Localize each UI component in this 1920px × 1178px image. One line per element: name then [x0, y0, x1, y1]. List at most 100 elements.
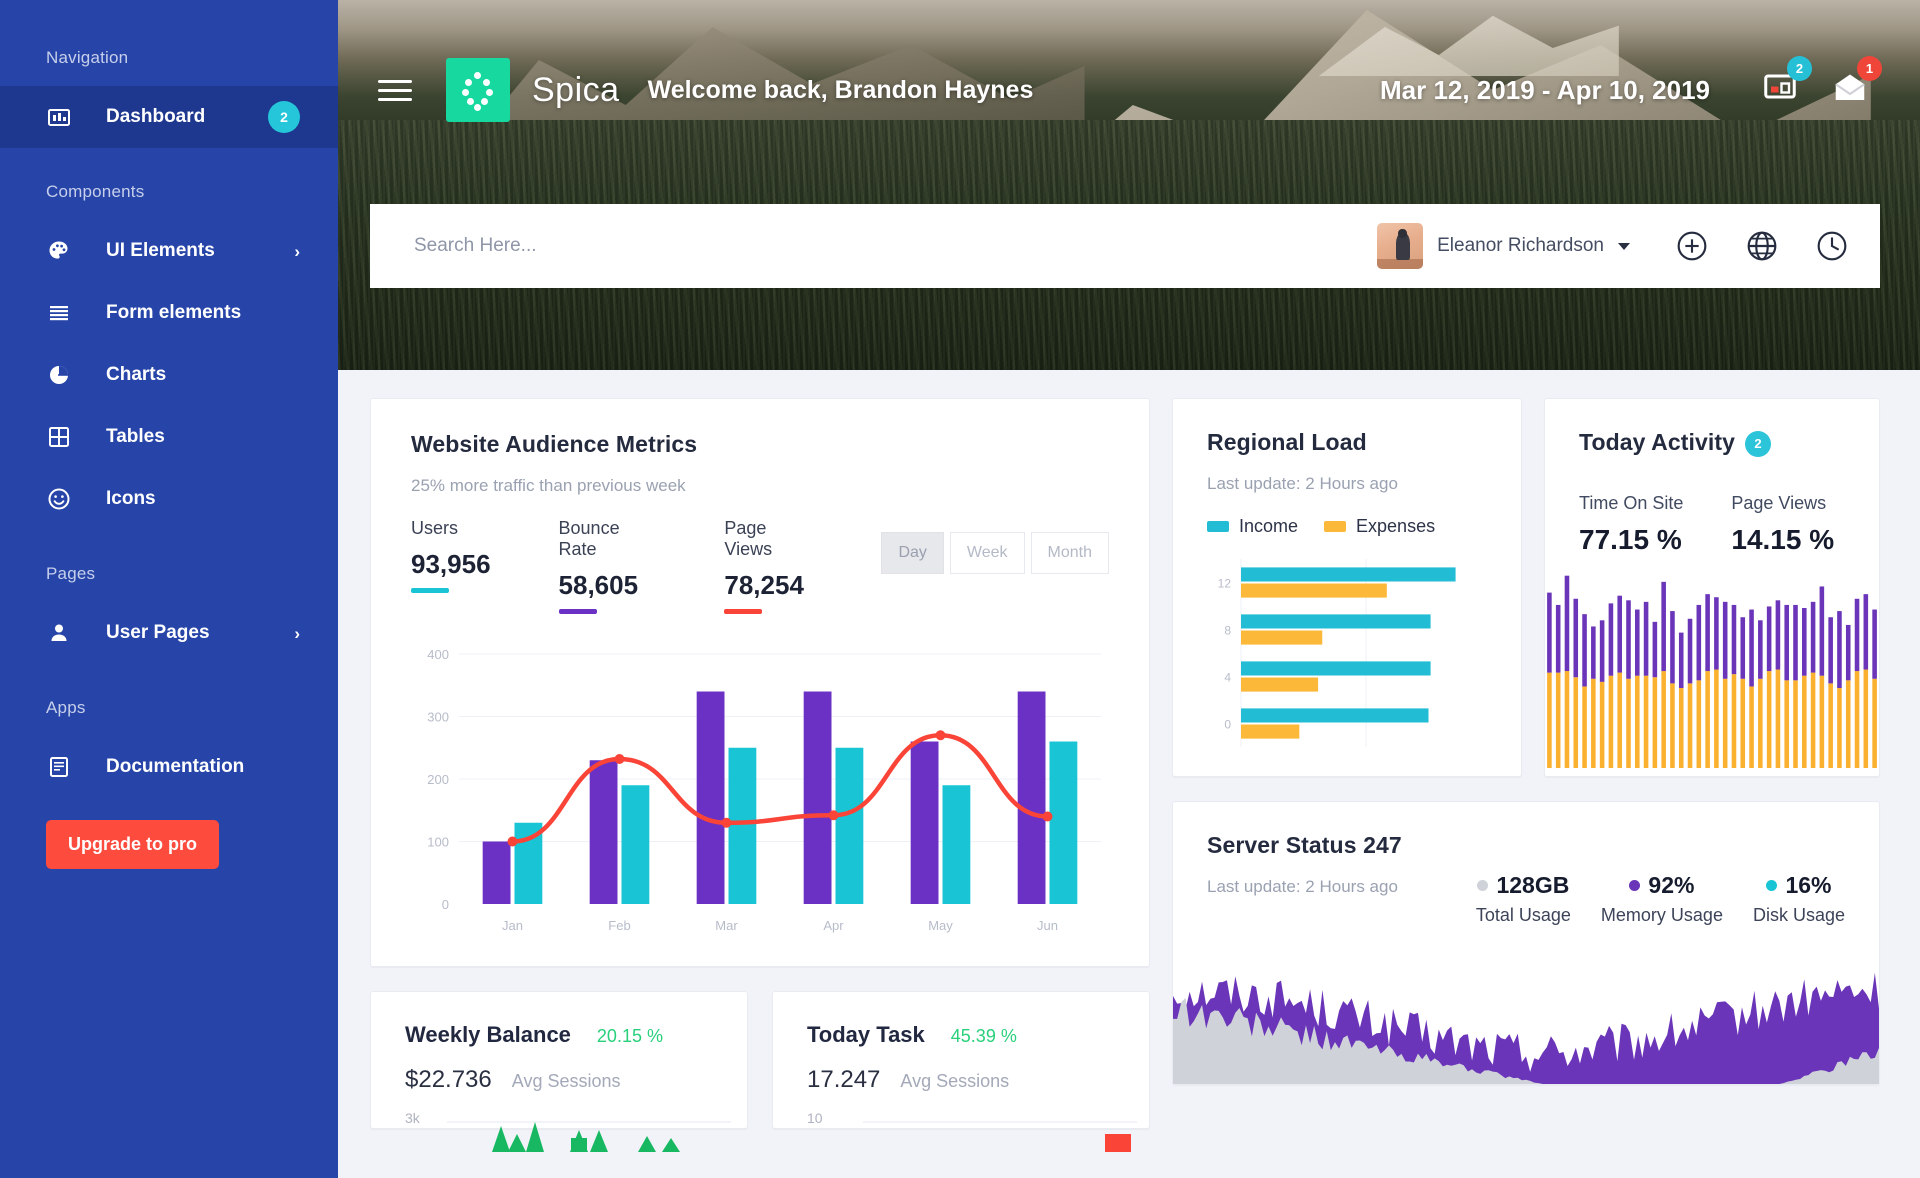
stat-time-on-site: Time On Site 77.15 % [1579, 493, 1683, 556]
hero-banner: Spica Welcome back, Brandon Haynes Mar 1… [338, 0, 1920, 370]
envelope-icon[interactable]: 1 [1832, 56, 1882, 110]
plus-circle-icon[interactable] [1672, 226, 1712, 266]
server-status-card: Server Status 247 Last update: 2 Hours a… [1172, 801, 1880, 1085]
today-task-card: Today Task 45.39 % 17.247 Avg Sessions 1… [772, 991, 1150, 1152]
sidebar-item-icons[interactable]: Icons [0, 468, 338, 530]
sidebar-item-form-elements[interactable]: Form elements [0, 282, 338, 344]
svg-text:300: 300 [427, 710, 449, 725]
range-day-button[interactable]: Day [881, 532, 944, 574]
svg-text:Mar: Mar [715, 918, 738, 933]
hamburger-icon[interactable] [378, 74, 412, 107]
metric-value: 78,254 [724, 570, 804, 600]
sidebar-item-label: Documentation [106, 756, 245, 777]
sidebar-item-label: User Pages [106, 622, 210, 643]
task-caption: Avg Sessions [900, 1071, 1010, 1091]
metrics-row: Users 93,956 Bounce Rate 58,605 Page Vie… [411, 518, 1109, 614]
table-icon [46, 424, 72, 450]
globe-icon[interactable] [1742, 226, 1782, 266]
pie-chart-icon [46, 362, 72, 388]
user-icon [46, 620, 72, 646]
search-bar: Eleanor Richardson [370, 204, 1880, 288]
main-area: Spica Welcome back, Brandon Haynes Mar 1… [338, 0, 1920, 1178]
card-subtitle: 25% more traffic than previous week [411, 476, 686, 495]
legend-item-expenses: Expenses [1324, 516, 1435, 537]
metric-label: Users [411, 518, 459, 538]
svg-text:8: 8 [1224, 624, 1231, 638]
user-name-label: Eleanor Richardson [1437, 235, 1604, 256]
app-root: Navigation Dashboard 2 Components UI Ele… [0, 0, 1920, 1178]
svg-text:12: 12 [1218, 577, 1232, 591]
chevron-right-icon: › [294, 241, 300, 261]
stat-value: 16% [1785, 872, 1832, 898]
top-bar-right: Mar 12, 2019 - Apr 10, 2019 2 1 [1379, 56, 1882, 110]
sidebar-caption-navigation: Navigation [46, 48, 129, 67]
server-legend: 128GB Total Usage 92% Memory Usage 16% D… [1476, 872, 1845, 926]
sidebar-caption-apps: Apps [46, 698, 86, 717]
sidebar-caption-components: Components [46, 182, 145, 201]
avatar [1377, 223, 1424, 269]
metric-value: 93,956 [411, 549, 491, 579]
percent-change: 20.15 % [596, 1026, 663, 1046]
percent-change: 45.39 % [950, 1026, 1017, 1046]
stat-label: Total Usage [1475, 905, 1571, 925]
sidebar-item-charts[interactable]: Charts [0, 344, 338, 406]
regional-load-card: Regional Load Last update: 2 Hours ago I… [1172, 398, 1522, 777]
stat-value: 14.15 % [1731, 523, 1835, 555]
dashboard-icon [46, 104, 72, 130]
card-title-text: Today Activity [1579, 429, 1736, 455]
task-value: 17.247 [807, 1066, 881, 1093]
sidebar-item-documentation[interactable]: Documentation [0, 736, 338, 798]
chevron-down-icon [1618, 242, 1630, 250]
svg-text:Feb: Feb [608, 918, 630, 933]
welcome-message: Welcome back, Brandon Haynes [647, 75, 1034, 104]
server-stat-memory-usage: 92% Memory Usage [1601, 872, 1723, 926]
clock-icon[interactable] [1812, 226, 1852, 266]
range-week-button[interactable]: Week [949, 532, 1025, 574]
sidebar-caption-pages: Pages [46, 564, 96, 583]
date-range-label: Mar 12, 2019 - Apr 10, 2019 [1379, 74, 1710, 105]
svg-text:Jun: Jun [1037, 918, 1058, 933]
metric-users: Users 93,956 [411, 518, 491, 593]
metric-label: Bounce Rate [558, 518, 620, 559]
svg-text:200: 200 [427, 772, 449, 787]
svg-text:0: 0 [1224, 718, 1231, 732]
sidebar-item-label: Dashboard [106, 106, 206, 127]
dashboard-content: Website Audience Metrics 25% more traffi… [338, 370, 1920, 1152]
metric-page-views: Page Views 78,254 [724, 518, 813, 614]
today-activity-card: Today Activity 2 Time On Site 77.15 % Pag… [1544, 398, 1880, 777]
sidebar-item-dashboard[interactable]: Dashboard 2 [0, 86, 338, 148]
website-audience-metrics-card: Website Audience Metrics 25% more traffi… [370, 398, 1150, 967]
balance-value: $22.736 [405, 1066, 492, 1093]
sidebar-item-label: Icons [106, 488, 156, 509]
svg-text:400: 400 [427, 647, 449, 662]
sidebar-item-ui-elements[interactable]: UI Elements › [0, 220, 338, 282]
svg-text:May: May [928, 918, 953, 933]
sidebar-item-user-pages[interactable]: User Pages › [0, 602, 338, 664]
card-title: Regional Load [1207, 429, 1367, 455]
sidebar-item-tables[interactable]: Tables [0, 406, 338, 468]
sidebar-item-label: UI Elements [106, 240, 215, 261]
top-bar: Spica Welcome back, Brandon Haynes Mar 1… [338, 0, 1920, 180]
stat-value: 92% [1648, 872, 1695, 898]
right-column: Regional Load Last update: 2 Hours ago I… [1172, 398, 1880, 1085]
sidebar: Navigation Dashboard 2 Components UI Ele… [0, 0, 338, 1178]
chevron-right-icon: › [294, 623, 300, 643]
search-input[interactable] [414, 235, 1378, 257]
svg-text:0: 0 [442, 897, 449, 912]
envelope-badge: 1 [1857, 56, 1882, 81]
svg-text:100: 100 [427, 835, 449, 850]
monitor-icon[interactable]: 2 [1762, 56, 1812, 110]
user-menu[interactable]: Eleanor Richardson [1377, 223, 1630, 269]
card-title: Today Task [807, 1022, 925, 1047]
range-month-button[interactable]: Month [1030, 532, 1109, 574]
today-stats-row: Time On Site 77.15 % Page Views 14.15 % [1579, 493, 1845, 556]
stat-label: Page Views [1731, 492, 1827, 513]
metric-underline [411, 588, 449, 593]
balance-caption: Avg Sessions [511, 1071, 621, 1091]
card-subtitle: Last update: 2 Hours ago [1207, 474, 1398, 493]
brand-title: Spica [532, 70, 620, 109]
card-subtitle: Last update: 2 Hours ago [1207, 877, 1398, 896]
upgrade-to-pro-button[interactable]: Upgrade to pro [46, 820, 219, 869]
metric-label: Page Views [724, 518, 773, 559]
range-toggle-group: Day Week Month [881, 532, 1109, 574]
